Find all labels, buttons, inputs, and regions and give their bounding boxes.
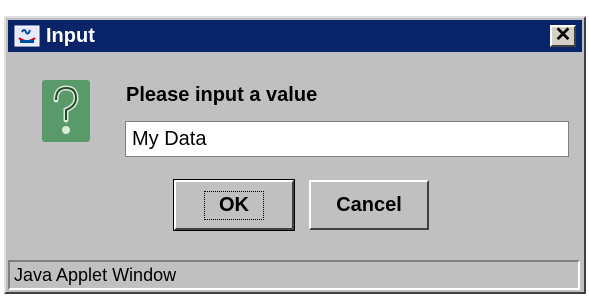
- prompt-label: Please input a value: [126, 84, 318, 106]
- question-icon: [42, 80, 90, 142]
- window-title: Input: [46, 25, 95, 47]
- ok-button[interactable]: OK: [173, 179, 295, 231]
- java-app-icon: [14, 25, 40, 47]
- ok-button-label: OK: [204, 190, 264, 220]
- status-text: Java Applet Window: [14, 265, 177, 285]
- applet-status-bar: Java Applet Window: [8, 260, 580, 290]
- title-bar[interactable]: Input ✕: [8, 20, 582, 52]
- question-mark-glyph: [53, 85, 79, 134]
- close-button[interactable]: ✕: [550, 25, 576, 47]
- input-dialog-window: Input ✕ Please input a value OK Cancel J…: [4, 16, 586, 294]
- close-icon: ✕: [554, 24, 572, 46]
- cancel-button[interactable]: Cancel: [309, 180, 429, 230]
- value-input[interactable]: [125, 121, 569, 157]
- cancel-button-label: Cancel: [336, 193, 402, 216]
